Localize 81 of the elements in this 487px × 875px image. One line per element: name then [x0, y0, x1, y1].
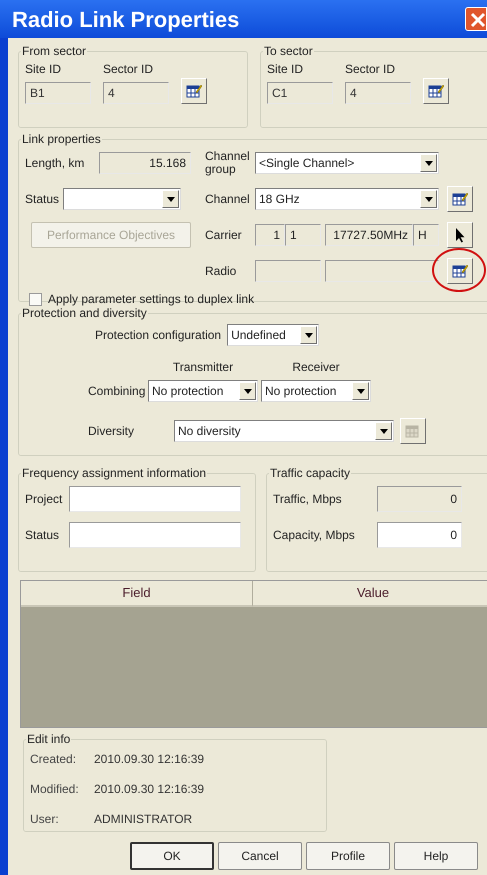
caret-icon: [244, 388, 252, 394]
field-label: Transmitter: [172, 359, 234, 376]
edit-button[interactable]: [447, 186, 473, 212]
pointer-button[interactable]: [447, 222, 473, 248]
field-label: Radio: [205, 263, 238, 280]
input-field[interactable]: 4: [345, 82, 411, 104]
dropdown[interactable]: No protection: [148, 380, 258, 402]
input-field[interactable]: [325, 260, 439, 282]
input-field[interactable]: 1: [285, 224, 321, 246]
dropdown[interactable]: No diversity: [174, 420, 394, 442]
info-value: ADMINISTRATOR: [94, 811, 194, 828]
dropdown[interactable]: <Single Channel>: [255, 152, 439, 174]
field-label: Modified:: [30, 781, 80, 798]
window-title: Radio Link Properties: [12, 6, 240, 34]
group-title: Traffic capacity: [269, 465, 352, 482]
dropdown[interactable]: No protection: [261, 380, 371, 402]
table-edit-icon: [186, 83, 202, 99]
input-field[interactable]: 17727.50MHz: [325, 224, 413, 246]
field-label: User:: [30, 811, 60, 828]
field-label: Carrier: [205, 227, 243, 244]
edit-button[interactable]: [181, 78, 207, 104]
group-title: Protection and diversity: [21, 306, 148, 322]
table-edit-icon: [452, 263, 468, 279]
group-title: Frequency assignment information: [21, 465, 208, 482]
field-label: Status: [25, 527, 60, 544]
field-label: Channel: [205, 191, 251, 208]
field-label: Sector ID: [345, 61, 396, 78]
field-label: Length, km: [25, 155, 86, 172]
field-label: Combining: [88, 383, 145, 400]
field-label: Created:: [30, 751, 78, 768]
dropdown[interactable]: 18 GHz: [255, 188, 439, 210]
input-field[interactable]: B1: [25, 82, 91, 104]
field-label: Apply parameter settings to duplex link: [48, 291, 254, 308]
caret-icon: [304, 332, 313, 338]
input-field[interactable]: [69, 522, 241, 548]
dropdown[interactable]: [63, 188, 182, 210]
input-field[interactable]: 4: [103, 82, 169, 104]
group-title: Link properties: [21, 131, 102, 148]
caret-icon: [424, 196, 432, 202]
edit-button[interactable]: [447, 258, 473, 284]
caret-icon: [356, 388, 364, 394]
input-field[interactable]: [69, 486, 241, 512]
field-label: Status: [25, 191, 60, 208]
dialog-button[interactable]: Help: [394, 842, 478, 870]
table-edit-icon: [452, 191, 468, 207]
field-label: Receiver: [291, 359, 341, 376]
info-value: 2010.09.30 12:16:39: [94, 751, 206, 768]
field-label: Diversity: [88, 423, 136, 440]
table-edit-icon: [428, 83, 444, 99]
field-label: Protection configuration: [95, 327, 222, 344]
dropdown[interactable]: Undefined: [227, 324, 320, 346]
input-field[interactable]: H: [413, 224, 439, 246]
field-label: Traffic, Mbps: [273, 491, 343, 508]
input-field[interactable]: [255, 260, 321, 282]
caret-icon: [380, 428, 388, 434]
input-field[interactable]: 0: [377, 522, 462, 548]
dialog-button[interactable]: OK: [130, 842, 214, 870]
input-field[interactable]: 15.168: [99, 152, 191, 174]
close-button[interactable]: [465, 7, 487, 31]
caret-icon: [166, 196, 175, 202]
group-title: Edit info: [26, 731, 72, 748]
input-field[interactable]: C1: [267, 82, 333, 104]
table-edit-icon: [405, 423, 421, 439]
input-field[interactable]: 0: [377, 486, 462, 512]
checkbox[interactable]: [29, 292, 42, 306]
caret-icon: [424, 160, 432, 166]
group-title: From sector: [21, 43, 88, 60]
info-value: 2010.09.30 12:16:39: [94, 781, 206, 798]
column-header[interactable]: Field: [21, 581, 253, 607]
group-title: To sector: [263, 43, 314, 60]
field-label: Sector ID: [103, 61, 154, 78]
field-label: Channel group: [205, 150, 251, 176]
dialog-button[interactable]: Cancel: [218, 842, 302, 870]
edit-button[interactable]: [423, 78, 449, 104]
field-label: Project: [25, 491, 64, 508]
close-icon: [468, 10, 486, 28]
field-label: Site ID: [25, 61, 62, 78]
dialog-button[interactable]: Profile: [306, 842, 390, 870]
field-label: Site ID: [267, 61, 304, 78]
input-field[interactable]: 1: [255, 224, 285, 246]
field-label: Capacity, Mbps: [273, 527, 356, 544]
